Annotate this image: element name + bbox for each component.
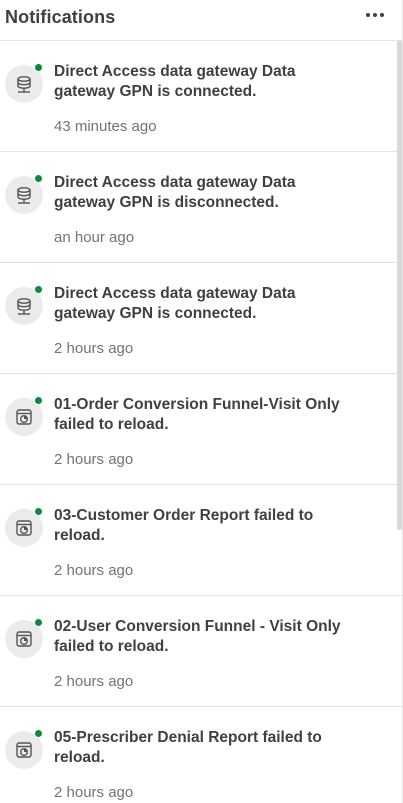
notification-text: 03-Customer Order Report failed to reloa… bbox=[54, 507, 314, 544]
notification-item[interactable]: Direct Access data gateway Data gateway … bbox=[0, 41, 402, 152]
notification-time: 43 minutes ago bbox=[54, 118, 157, 135]
notification-text: Direct Access data gateway Data gateway … bbox=[54, 285, 296, 322]
notification-text: 01-Order Conversion Funnel-Visit Only fa… bbox=[54, 396, 340, 433]
notification-text: Direct Access data gateway Data gateway … bbox=[54, 174, 296, 211]
notification-item[interactable]: 03-Customer Order Report failed to reloa… bbox=[0, 485, 402, 596]
notification-item[interactable]: 02-User Conversion Funnel - Visit Only f… bbox=[0, 596, 402, 707]
notification-time: 2 hours ago bbox=[54, 562, 134, 579]
notification-time: 2 hours ago bbox=[54, 784, 134, 801]
notification-text: 05-Prescriber Denial Report failed to re… bbox=[54, 729, 322, 766]
unread-indicator bbox=[34, 396, 43, 405]
notification-item[interactable]: Direct Access data gateway Data gateway … bbox=[0, 263, 402, 374]
unread-indicator bbox=[34, 63, 43, 72]
notifications-panel: Notifications Direct Access data gateway… bbox=[0, 0, 403, 803]
unread-indicator bbox=[34, 285, 43, 294]
more-options-button[interactable] bbox=[360, 4, 390, 26]
panel-title: Notifications bbox=[5, 6, 116, 27]
notification-item[interactable]: Direct Access data gateway Data gateway … bbox=[0, 152, 402, 263]
notification-list: Direct Access data gateway Data gateway … bbox=[0, 41, 402, 803]
unread-indicator bbox=[34, 507, 43, 516]
unread-indicator bbox=[34, 618, 43, 627]
notification-text: 02-User Conversion Funnel - Visit Only f… bbox=[54, 618, 341, 655]
notification-time: an hour ago bbox=[54, 229, 135, 246]
more-horizontal-icon bbox=[366, 13, 370, 17]
notification-time: 2 hours ago bbox=[54, 673, 134, 690]
unread-indicator bbox=[34, 174, 43, 183]
notifications-header: Notifications bbox=[0, 0, 402, 41]
unread-indicator bbox=[34, 729, 43, 738]
notification-text: Direct Access data gateway Data gateway … bbox=[54, 63, 296, 100]
scrollbar[interactable] bbox=[397, 41, 402, 530]
notification-time: 2 hours ago bbox=[54, 451, 134, 468]
notification-item[interactable]: 01-Order Conversion Funnel-Visit Only fa… bbox=[0, 374, 402, 485]
notification-time: 2 hours ago bbox=[54, 340, 134, 357]
notification-item[interactable]: 05-Prescriber Denial Report failed to re… bbox=[0, 707, 402, 803]
